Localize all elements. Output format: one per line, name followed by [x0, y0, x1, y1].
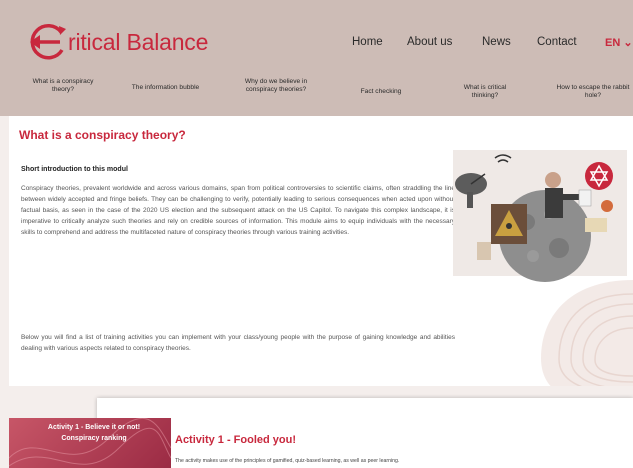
nav-about-us[interactable]: About us: [407, 36, 477, 48]
activity-thumbnail-caption: Activity 1 - Believe it or not! Conspira…: [19, 422, 169, 444]
subnav-item-rabbit-hole[interactable]: How to escape the rabbit hole?: [553, 84, 633, 100]
activity-title[interactable]: Activity 1 - Fooled you!: [175, 434, 296, 446]
logo-text: ritical Balance: [68, 28, 209, 55]
intro-paragraph: Conspiracy theories, prevalent worldwide…: [21, 185, 455, 236]
badge-icon: [601, 200, 613, 212]
nav-news[interactable]: News: [482, 36, 511, 48]
nav-contact[interactable]: Contact: [537, 36, 597, 48]
module-subnav: What is a conspiracy theory? The informa…: [0, 78, 633, 116]
subnav-item-conspiracy-theory[interactable]: What is a conspiracy theory?: [32, 78, 94, 94]
thumbnail-title: Activity 1 - Believe it or not!: [47, 424, 141, 431]
conspiracy-collage-illustration: [453, 150, 633, 394]
activities-intro-paragraph: Below you will find a list of training a…: [21, 334, 455, 352]
main-content: What is a conspiracy theory? Short intro…: [9, 116, 633, 468]
site-header: ritical Balance Home About us News Conta…: [0, 0, 633, 116]
subnav-item-fact-checking[interactable]: Fact checking: [346, 88, 416, 96]
star-symbol-icon: [585, 162, 613, 190]
site-logo[interactable]: ritical Balance: [26, 20, 208, 64]
intro-heading: Short introduction to this modul: [21, 166, 128, 173]
pyramid-eye-icon: [491, 204, 527, 244]
logo-arrows-icon: [30, 24, 66, 60]
book-icon: [585, 218, 607, 232]
language-selector[interactable]: EN ⌄: [605, 36, 633, 49]
page-title: What is a conspiracy theory?: [19, 128, 186, 142]
subnav-item-critical-thinking[interactable]: What is critical thinking?: [455, 84, 515, 100]
subnav-item-why-believe[interactable]: Why do we believe in conspiracy theories…: [236, 78, 316, 94]
poster-icon: [477, 242, 491, 260]
subnav-item-information-bubble[interactable]: The information bubble: [128, 84, 203, 92]
thumbnail-subtitle: Conspiracy ranking: [61, 435, 127, 442]
nav-home[interactable]: Home: [352, 36, 383, 48]
activity-description: The activity makes use of the principles…: [175, 458, 400, 464]
